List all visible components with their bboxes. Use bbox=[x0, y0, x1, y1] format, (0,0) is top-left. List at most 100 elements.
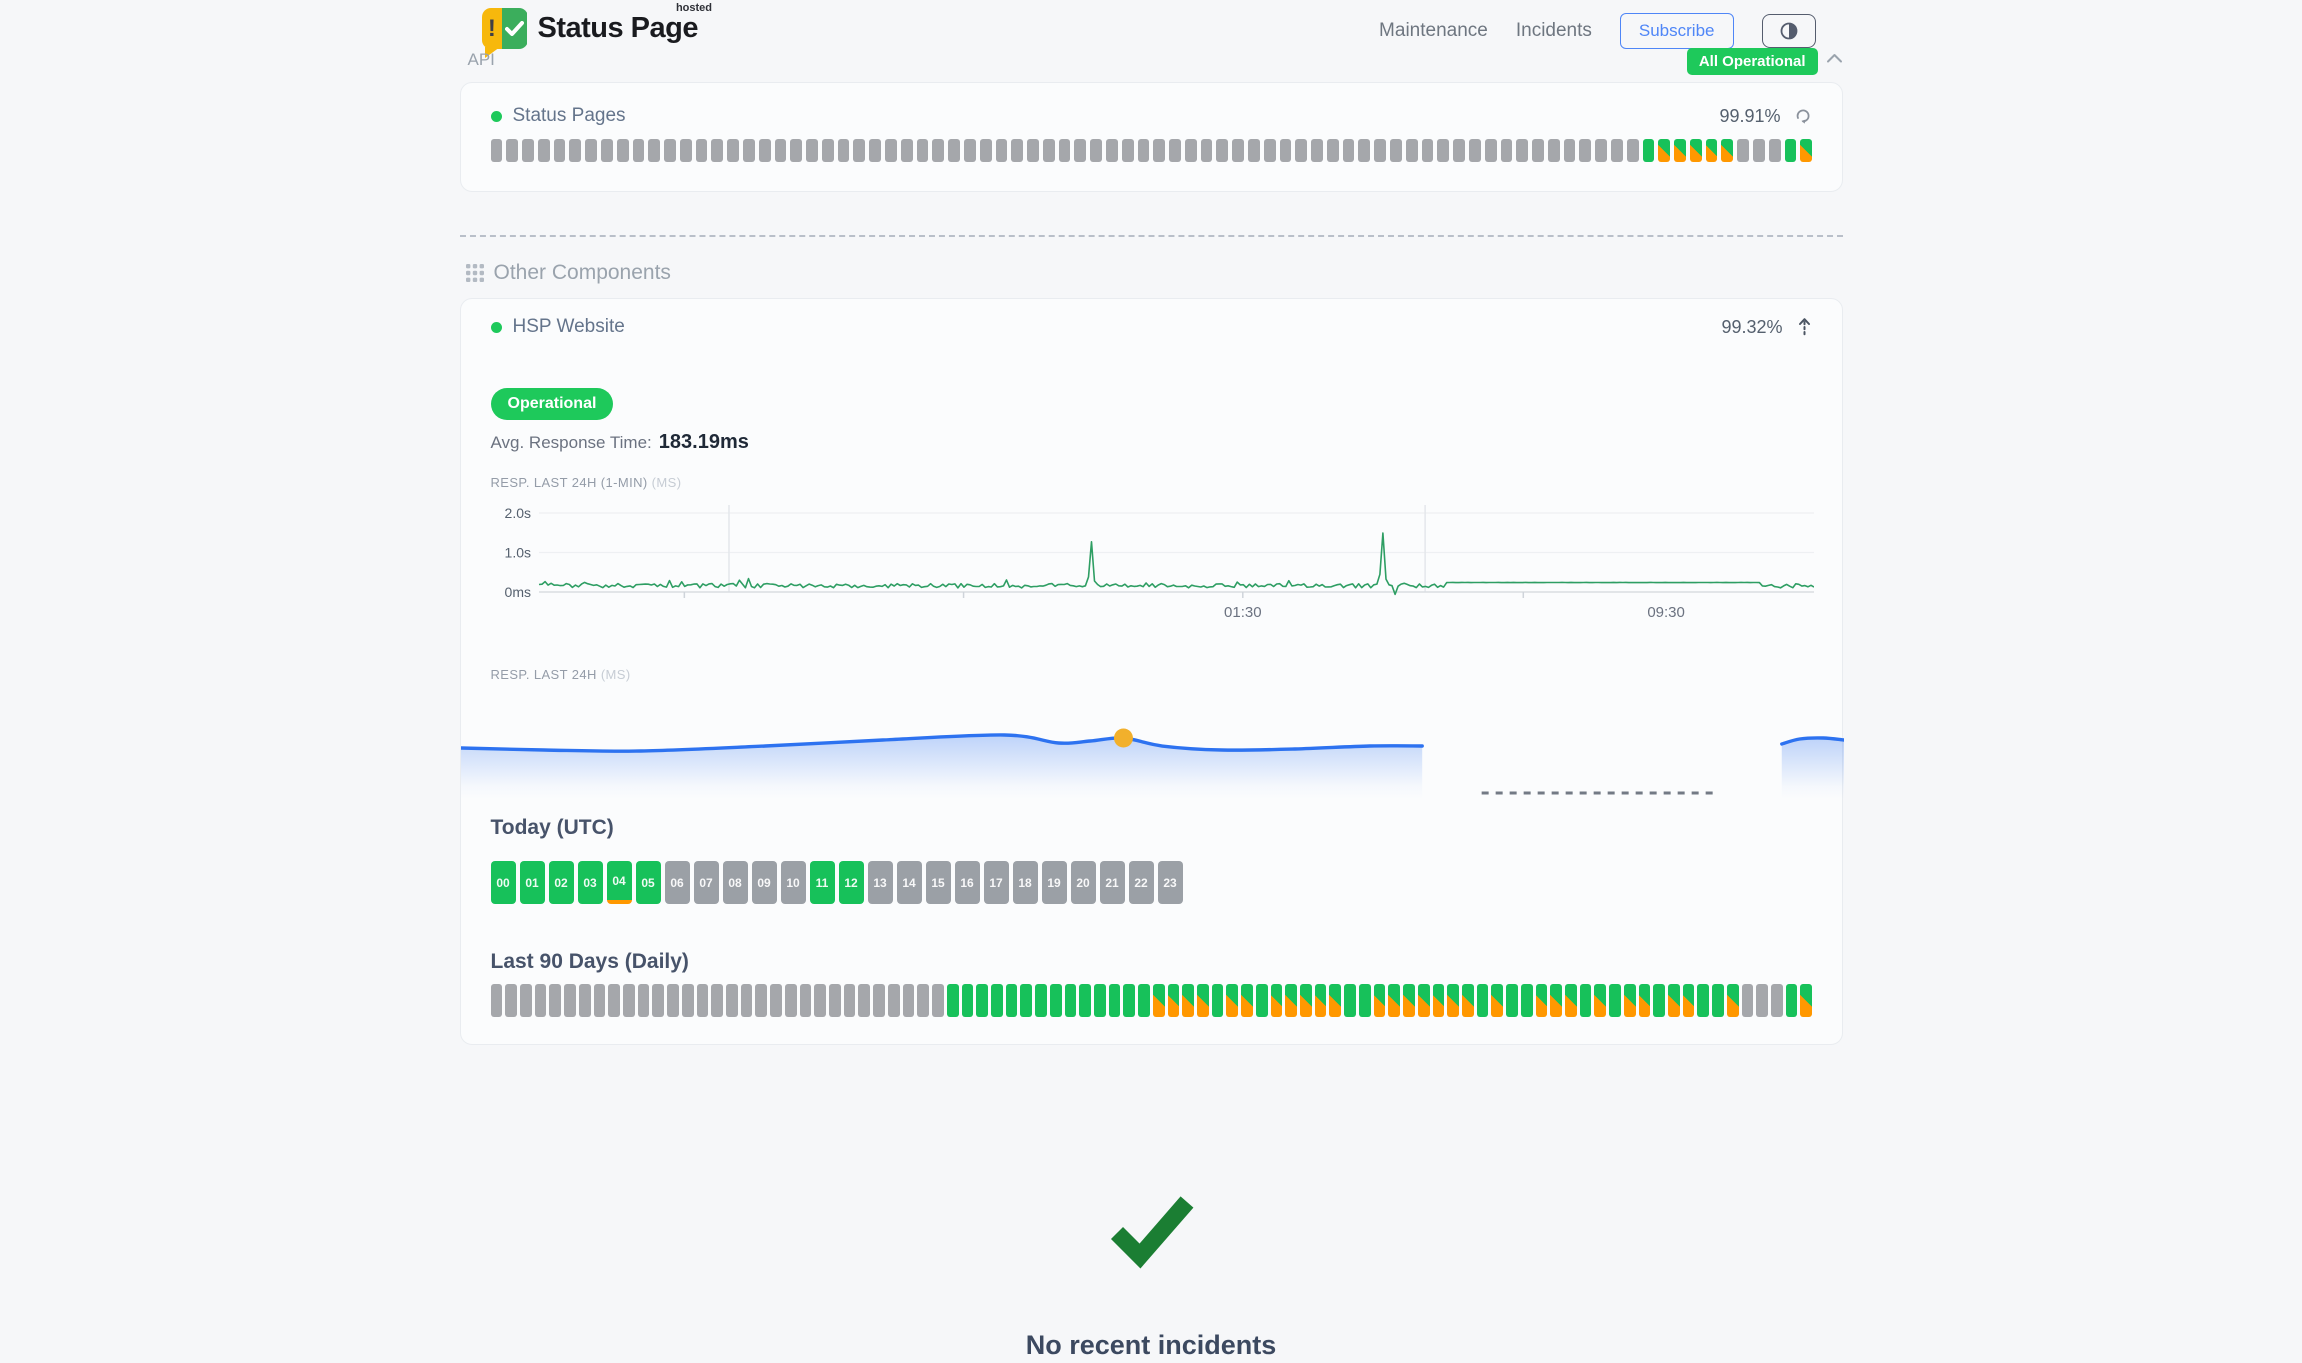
refresh-icon[interactable] bbox=[1795, 108, 1812, 124]
uptime-bar[interactable] bbox=[1469, 139, 1481, 162]
uptime-bar[interactable] bbox=[491, 139, 503, 162]
hour-cell-19[interactable]: 19 bbox=[1042, 861, 1067, 904]
uptime-bar[interactable] bbox=[1329, 984, 1341, 1017]
uptime-bar[interactable] bbox=[932, 984, 944, 1017]
hour-cell-00[interactable]: 00 bbox=[491, 861, 516, 904]
uptime-bar[interactable] bbox=[1548, 139, 1560, 162]
uptime-bar[interactable] bbox=[888, 984, 900, 1017]
uptime-bar[interactable] bbox=[1123, 984, 1135, 1017]
uptime-bar[interactable] bbox=[1043, 139, 1055, 162]
uptime-bar[interactable] bbox=[1300, 984, 1312, 1017]
uptime-bar[interactable] bbox=[549, 984, 561, 1017]
uptime-bar[interactable] bbox=[814, 984, 826, 1017]
hour-cell-14[interactable]: 14 bbox=[897, 861, 922, 904]
chevron-up-icon[interactable] bbox=[1826, 52, 1843, 64]
uptime-bar[interactable] bbox=[903, 984, 915, 1017]
uptime-bar[interactable] bbox=[1182, 984, 1194, 1017]
uptime-bar[interactable] bbox=[1343, 139, 1355, 162]
uptime-bar[interactable] bbox=[491, 984, 503, 1017]
uptime-bar[interactable] bbox=[1594, 984, 1606, 1017]
uptime-bar[interactable] bbox=[948, 139, 960, 162]
uptime-bar[interactable] bbox=[1433, 984, 1445, 1017]
uptime-bar[interactable] bbox=[1344, 984, 1356, 1017]
uptime-bar[interactable] bbox=[1418, 984, 1430, 1017]
uptime-bar[interactable] bbox=[1315, 984, 1327, 1017]
hour-cell-15[interactable]: 15 bbox=[926, 861, 951, 904]
uptime-bar[interactable] bbox=[623, 984, 635, 1017]
uptime-bar[interactable] bbox=[1216, 139, 1228, 162]
uptime-bar[interactable] bbox=[1138, 984, 1150, 1017]
hour-cell-04[interactable]: 04 bbox=[607, 861, 632, 904]
hour-cell-02[interactable]: 02 bbox=[549, 861, 574, 904]
collapse-up-icon[interactable] bbox=[1797, 317, 1812, 338]
uptime-bar[interactable] bbox=[1311, 139, 1323, 162]
uptime-bar[interactable] bbox=[1712, 984, 1724, 1017]
nav-incidents[interactable]: Incidents bbox=[1516, 20, 1592, 42]
uptime-bar[interactable] bbox=[1197, 984, 1209, 1017]
hour-cell-10[interactable]: 10 bbox=[781, 861, 806, 904]
uptime-bar[interactable] bbox=[1011, 139, 1023, 162]
uptime-bar[interactable] bbox=[1753, 139, 1765, 162]
uptime-bar[interactable] bbox=[1264, 139, 1276, 162]
uptime-bar[interactable] bbox=[790, 139, 802, 162]
uptime-bar[interactable] bbox=[1185, 139, 1197, 162]
uptime-bar[interactable] bbox=[1580, 984, 1592, 1017]
uptime-bar[interactable] bbox=[1006, 984, 1018, 1017]
component-row-status-pages[interactable]: Status Pages 99.91% bbox=[491, 105, 1812, 127]
uptime-bar[interactable] bbox=[1169, 139, 1181, 162]
uptime-bar[interactable] bbox=[726, 984, 738, 1017]
uptime-bar[interactable] bbox=[1737, 139, 1749, 162]
uptime-bar[interactable] bbox=[917, 984, 929, 1017]
hour-cell-21[interactable]: 21 bbox=[1100, 861, 1125, 904]
uptime-bar[interactable] bbox=[1327, 139, 1339, 162]
uptime-bar[interactable] bbox=[917, 139, 929, 162]
uptime-bar[interactable] bbox=[1683, 984, 1695, 1017]
uptime-bar[interactable] bbox=[1020, 984, 1032, 1017]
uptime-bar[interactable] bbox=[1800, 139, 1812, 162]
uptime-bar[interactable] bbox=[579, 984, 591, 1017]
uptime-bar[interactable] bbox=[538, 139, 550, 162]
uptime-bar[interactable] bbox=[1462, 984, 1474, 1017]
uptime-bar[interactable] bbox=[829, 984, 841, 1017]
uptime-bar[interactable] bbox=[1226, 984, 1238, 1017]
uptime-bar[interactable] bbox=[1295, 139, 1307, 162]
uptime-bar[interactable] bbox=[638, 984, 650, 1017]
uptime-bar[interactable] bbox=[727, 139, 739, 162]
uptime-bar[interactable] bbox=[711, 139, 723, 162]
uptime-bar[interactable] bbox=[1786, 984, 1798, 1017]
uptime-bar[interactable] bbox=[1422, 139, 1434, 162]
uptime-bar[interactable] bbox=[1153, 984, 1165, 1017]
subscribe-button[interactable]: Subscribe bbox=[1620, 13, 1734, 49]
uptime-bar[interactable] bbox=[1627, 139, 1639, 162]
uptime-bar[interactable] bbox=[1690, 139, 1702, 162]
uptime-bar[interactable] bbox=[711, 984, 723, 1017]
uptime-bar[interactable] bbox=[1639, 984, 1651, 1017]
uptime-bar[interactable] bbox=[1447, 984, 1459, 1017]
uptime-bar[interactable] bbox=[1079, 984, 1091, 1017]
uptime-bar[interactable] bbox=[1756, 984, 1768, 1017]
uptime-bar[interactable] bbox=[1212, 984, 1224, 1017]
uptime-bar[interactable] bbox=[1280, 139, 1292, 162]
uptime-bar[interactable] bbox=[680, 139, 692, 162]
uptime-bar[interactable] bbox=[1122, 139, 1134, 162]
uptime-bar[interactable] bbox=[1611, 139, 1623, 162]
uptime-bar[interactable] bbox=[1271, 984, 1283, 1017]
uptime-bar[interactable] bbox=[962, 984, 974, 1017]
uptime-bar[interactable] bbox=[873, 984, 885, 1017]
uptime-bar[interactable] bbox=[964, 139, 976, 162]
uptime-bar[interactable] bbox=[1516, 139, 1528, 162]
uptime-bar[interactable] bbox=[1374, 139, 1386, 162]
uptime-bar[interactable] bbox=[633, 139, 645, 162]
uptime-bar[interactable] bbox=[1201, 139, 1213, 162]
uptime-bar[interactable] bbox=[1256, 984, 1268, 1017]
uptime-bar[interactable] bbox=[1721, 139, 1733, 162]
uptime-bar[interactable] bbox=[869, 139, 881, 162]
uptime-bar[interactable] bbox=[1769, 139, 1781, 162]
uptime-bar[interactable] bbox=[1477, 984, 1489, 1017]
uptime-bar[interactable] bbox=[648, 139, 660, 162]
uptime-bar[interactable] bbox=[822, 139, 834, 162]
uptime-bar[interactable] bbox=[1565, 984, 1577, 1017]
uptime-bar[interactable] bbox=[980, 139, 992, 162]
uptime-bar[interactable] bbox=[1241, 984, 1253, 1017]
nav-maintenance[interactable]: Maintenance bbox=[1379, 20, 1488, 42]
